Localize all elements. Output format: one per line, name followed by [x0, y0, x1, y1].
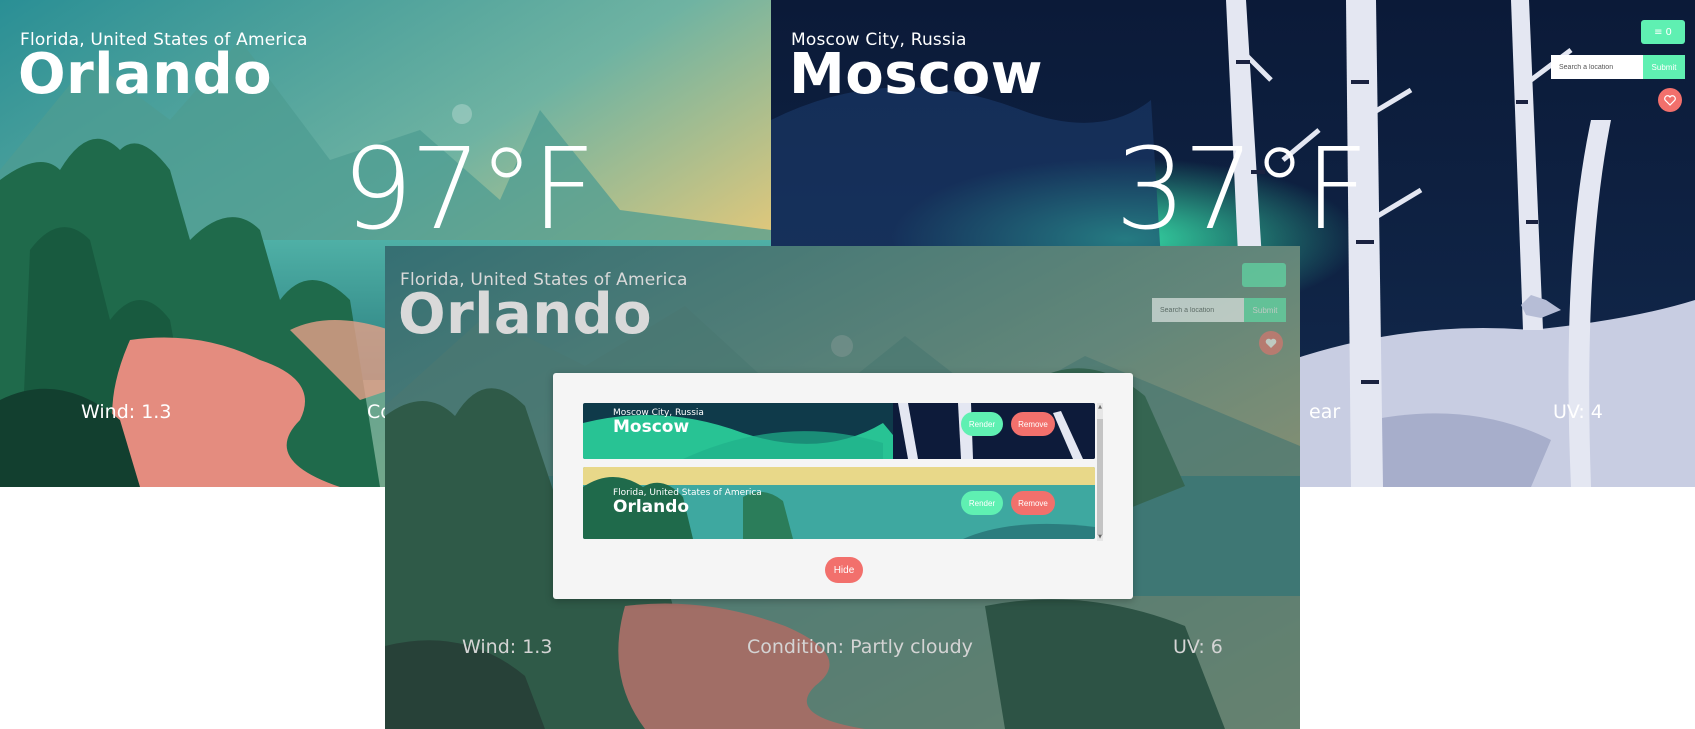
- temperature: 97°F: [342, 125, 596, 255]
- condition-stat: ear: [1309, 401, 1341, 423]
- saved-locations-list: Moscow City, Russia Moscow Render Remove…: [583, 403, 1103, 541]
- controls-widget: Submit: [1152, 263, 1286, 355]
- list-scrollbar[interactable]: ▲ ▼: [1097, 403, 1103, 541]
- favorites-count: 0: [1665, 26, 1672, 38]
- scroll-up-icon[interactable]: ▲: [1097, 403, 1103, 411]
- submit-button[interactable]: Submit: [1643, 55, 1685, 79]
- remove-button[interactable]: Remove: [1011, 412, 1055, 436]
- search-input[interactable]: [1551, 55, 1643, 79]
- list-icon: ≡: [1654, 26, 1663, 38]
- search-bar: Submit: [1152, 298, 1286, 322]
- saved-location-city: Moscow: [613, 417, 690, 437]
- app-screenshot: Florida, United States of America Orland…: [0, 0, 1695, 729]
- condition-stat: Condition: Partly cloudy: [747, 636, 973, 658]
- location-city: Orlando: [18, 42, 273, 107]
- heart-icon: [1265, 338, 1277, 348]
- temperature: 37°F: [1115, 125, 1369, 255]
- heart-icon: [1664, 94, 1676, 106]
- wind-stat: Wind: 1.3: [462, 636, 553, 658]
- location-city: Moscow: [789, 42, 1043, 107]
- scroll-thumb[interactable]: [1097, 419, 1103, 535]
- search-bar: Submit: [1551, 55, 1685, 79]
- render-button[interactable]: Render: [961, 491, 1003, 515]
- render-button[interactable]: Render: [961, 412, 1003, 436]
- remove-button[interactable]: Remove: [1011, 491, 1055, 515]
- add-favorite-button[interactable]: [1259, 331, 1283, 355]
- scroll-down-icon[interactable]: ▼: [1097, 533, 1103, 541]
- wind-stat: Wind: 1.3: [81, 401, 172, 423]
- location-city: Orlando: [398, 282, 653, 347]
- submit-button[interactable]: Submit: [1244, 298, 1286, 322]
- uv-stat: UV: 6: [1173, 636, 1223, 658]
- controls-widget: ≡ 0 Submit: [1551, 20, 1685, 112]
- favorites-button[interactable]: [1242, 263, 1286, 287]
- saved-location-card: Moscow City, Russia Moscow Render Remove: [583, 403, 1095, 459]
- uv-stat: UV: 4: [1553, 401, 1603, 423]
- favorites-button[interactable]: ≡ 0: [1641, 20, 1685, 44]
- saved-location-city: Orlando: [613, 497, 690, 517]
- saved-location-card: Florida, United States of America Orland…: [583, 467, 1095, 539]
- saved-locations-modal: Moscow City, Russia Moscow Render Remove…: [553, 373, 1133, 599]
- add-favorite-button[interactable]: [1658, 88, 1682, 112]
- hide-button[interactable]: Hide: [825, 557, 863, 583]
- search-input[interactable]: [1152, 298, 1244, 322]
